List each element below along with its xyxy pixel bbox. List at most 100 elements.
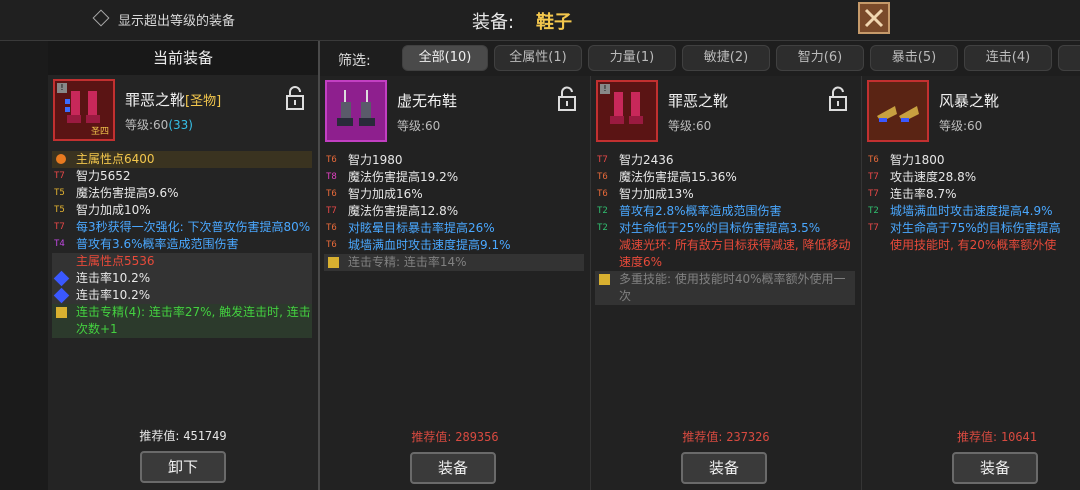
- tab-agility[interactable]: 敏捷(2): [682, 45, 770, 71]
- recommend-score: 推荐值: 451749: [48, 427, 318, 444]
- tab-intelligence[interactable]: 智力(6): [776, 45, 864, 71]
- candidate-card[interactable]: 风暴之靴 等级:60 T6 智力1800 T7 攻击速度28.8% T7 连击率8.7% T…: [862, 76, 1080, 490]
- stat-text: 智力2436: [619, 153, 674, 167]
- stat-text: 智力加成16%: [348, 187, 423, 201]
- filter-label: 筛选:: [338, 53, 371, 69]
- skill-book-icon: [599, 274, 610, 285]
- current-equipment-title: 当前装备: [48, 41, 318, 75]
- item-name: 虚无布鞋: [397, 92, 458, 110]
- filter-bar: 筛选: 全部(10) 全属性(1) 力量(1) 敏捷(2) 智力(6) 暴击(5…: [320, 41, 1080, 76]
- equip-button[interactable]: 装备: [952, 452, 1038, 484]
- tier-badge: T6: [597, 189, 608, 199]
- stat-list: T6 智力1800 T7 攻击速度28.8% T7 连击率8.7% T2 城墙满血时攻击速度提…: [866, 152, 1080, 254]
- tab-strength[interactable]: 力量(1): [588, 45, 676, 71]
- stat-row: 减速光环: 所有敌方目标获得减速, 降低移动速度6%: [595, 237, 855, 271]
- stat-row: T6 智力1800: [866, 152, 1080, 169]
- score-label: 推荐值:: [139, 429, 180, 443]
- tier-badge: T4: [54, 239, 65, 249]
- stat-text: 魔法伤害提高9.6%: [76, 186, 179, 200]
- tier-badge: T6: [326, 223, 337, 233]
- stat-row: 主属性点5536: [52, 253, 312, 270]
- equip-button[interactable]: 装备: [410, 452, 496, 484]
- stat-row: T7 攻击速度28.8%: [866, 169, 1080, 186]
- slot-title-value: 鞋子: [536, 12, 572, 33]
- stat-text: 连击专精(4): 连击率27%, 触发连击时, 连击次数+1: [76, 305, 311, 336]
- unequip-button[interactable]: 卸下: [140, 451, 226, 483]
- stat-text: 智力5652: [76, 169, 131, 183]
- unlock-icon[interactable]: [827, 86, 849, 112]
- tab-crit[interactable]: 暴击(5): [870, 45, 958, 71]
- tier-badge: T6: [326, 189, 337, 199]
- score-value: 451749: [183, 429, 227, 443]
- stat-row: T6 对眩晕目标暴击率提高26%: [324, 220, 584, 237]
- candidate-card[interactable]: ! 罪恶之靴 等级:60 T7 智力2436 T6 魔法伤害提高15.36% T6 智力加…: [591, 76, 861, 490]
- equip-button[interactable]: 装备: [681, 452, 767, 484]
- boots-item-icon[interactable]: ! 圣四: [53, 79, 115, 141]
- tier-badge: T7: [868, 172, 879, 182]
- stat-text: 对生命低于25%的目标伤害提高3.5%: [619, 221, 821, 235]
- tier-badge: T5: [54, 205, 65, 215]
- tier-badge: T8: [326, 172, 337, 182]
- main-attr-icon: [56, 154, 66, 164]
- score-value: 289356: [455, 430, 499, 444]
- stat-row: T2 对生命低于25%的目标伤害提高3.5%: [595, 220, 855, 237]
- show-overlevel-label[interactable]: 显示超出等级的装备: [118, 10, 235, 29]
- tier-badge: T2: [597, 206, 608, 216]
- stat-row: T8 魔法伤害提高19.2%: [324, 169, 584, 186]
- stat-text: 魔法伤害提高19.2%: [348, 170, 459, 184]
- recommend-score: 推荐值: 237326: [591, 428, 861, 445]
- stat-text: 每3秒获得一次强化: 下次普攻伤害提高80%: [76, 220, 311, 234]
- item-level: 等级:60: [397, 119, 441, 133]
- tab-more[interactable]: [1058, 45, 1080, 71]
- skill-book-icon: [56, 307, 67, 318]
- stat-text: 智力1800: [890, 153, 945, 167]
- stat-text: 连击率10.2%: [76, 288, 151, 302]
- score-value: 10641: [1000, 430, 1037, 444]
- stat-row: 连击专精(4): 连击率27%, 触发连击时, 连击次数+1: [52, 304, 312, 338]
- stat-text: 使用技能时, 有20%概率额外使: [890, 238, 1057, 252]
- tier-badge: T6: [326, 240, 337, 250]
- tab-combo[interactable]: 连击(4): [964, 45, 1052, 71]
- candidate-card[interactable]: 虚无布鞋 等级:60 T6 智力1980 T8 魔法伤害提高19.2% T6 智力加成16…: [320, 76, 590, 490]
- stat-row: T7 连击率8.7%: [866, 186, 1080, 203]
- tier-badge: T7: [54, 222, 65, 232]
- score-label: 推荐值:: [957, 430, 998, 444]
- stat-text: 连击专精: 连击率14%: [348, 255, 467, 269]
- stat-text: 智力1980: [348, 153, 403, 167]
- tier-badge: T6: [597, 172, 608, 182]
- item-level: 等级:60: [939, 119, 983, 133]
- item-name: 罪恶之靴[圣物]: [125, 89, 221, 110]
- stat-text: 魔法伤害提高12.8%: [348, 204, 459, 218]
- stat-row: T6 魔法伤害提高15.36%: [595, 169, 855, 186]
- skill-book-icon: [328, 257, 339, 268]
- stat-row: T7 对生命高于75%的目标伤害提高: [866, 220, 1080, 237]
- item-name: 罪恶之靴: [668, 92, 729, 110]
- storm-boots-icon: [877, 106, 919, 122]
- tab-all-attributes[interactable]: 全属性(1): [494, 45, 582, 71]
- relic-badge: 圣四: [90, 127, 109, 137]
- stat-row: T2 普攻有2.8%概率造成范围伤害: [595, 203, 855, 220]
- stat-row: T6 智力加成16%: [324, 186, 584, 203]
- lock-icon[interactable]: [284, 85, 306, 111]
- stat-row: 连击率10.2%: [52, 287, 312, 304]
- stat-row: T4 普攻有3.6%概率造成范围伤害: [52, 236, 312, 253]
- gem-icon: [53, 287, 70, 304]
- stat-row: T7 智力5652: [52, 168, 312, 185]
- stat-row: T7 魔法伤害提高12.8%: [324, 203, 584, 220]
- stat-text: 主属性点6400: [76, 152, 155, 166]
- stat-row: T5 智力加成10%: [52, 202, 312, 219]
- score-label: 推荐值:: [682, 430, 723, 444]
- stat-row: T6 城墙满血时攻击速度提高9.1%: [324, 237, 584, 254]
- stat-row: 使用技能时, 有20%概率额外使: [866, 237, 1080, 254]
- close-icon: [864, 8, 884, 28]
- boots-item-icon[interactable]: [867, 80, 929, 142]
- tier-badge: T7: [597, 155, 608, 165]
- boots-item-icon[interactable]: [325, 80, 387, 142]
- tab-all[interactable]: 全部(10): [402, 45, 488, 71]
- unlock-icon[interactable]: [556, 86, 578, 112]
- close-button[interactable]: [858, 2, 890, 34]
- item-name-text: 罪恶之靴: [125, 91, 186, 109]
- show-overlevel-checkbox[interactable]: [92, 9, 110, 27]
- boots-item-icon[interactable]: !: [596, 80, 658, 142]
- tier-badge: T2: [868, 206, 879, 216]
